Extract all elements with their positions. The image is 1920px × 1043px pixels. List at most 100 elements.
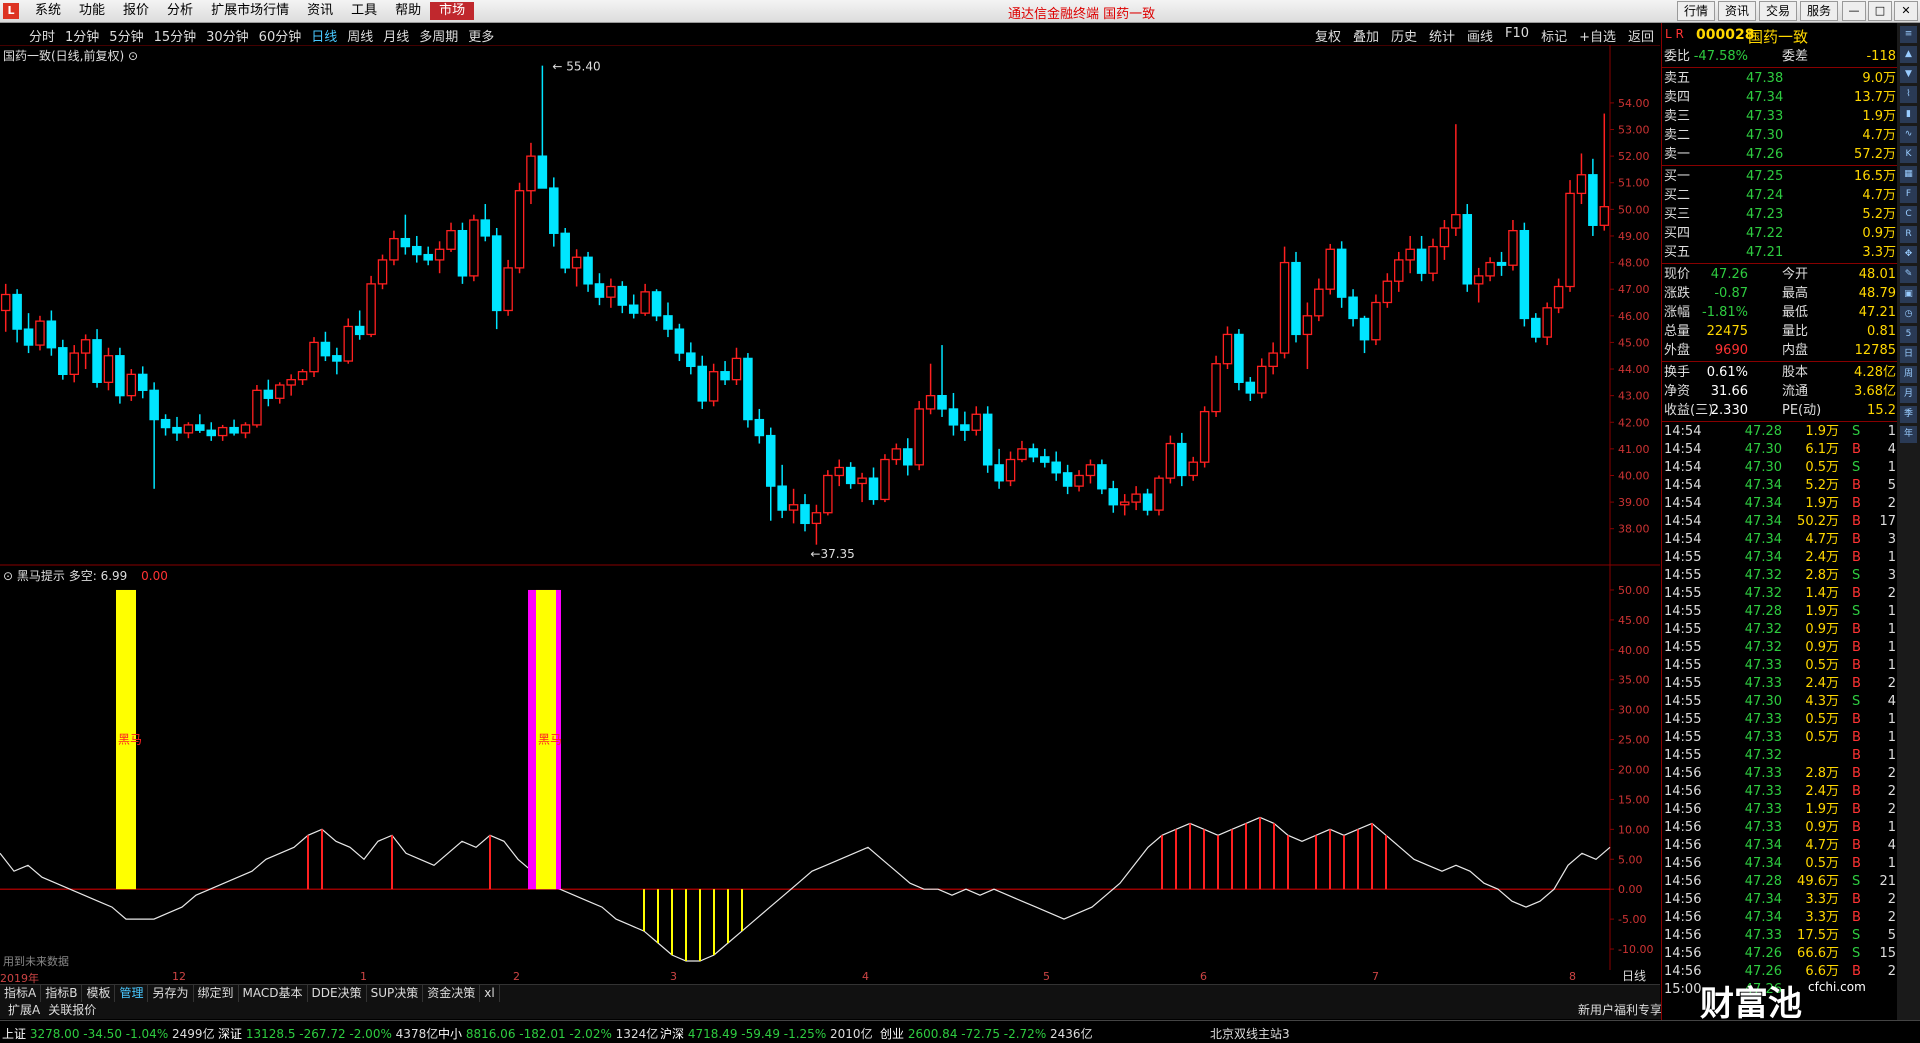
tool-button[interactable]: 返回 [1622,26,1660,45]
indicator-tab[interactable]: SUP决策 [367,985,424,1002]
down-icon[interactable]: ▼ [1900,66,1917,83]
period-tab[interactable]: 30分钟 [201,26,254,45]
sub-tab[interactable]: 扩展A [4,1003,44,1017]
indicator-tab[interactable]: 指标B [41,985,83,1002]
period-tab[interactable]: 月线 [378,26,414,45]
ind-y-tick-label: 0.00 [1618,883,1643,896]
period-label[interactable]: 日线 [1622,967,1646,984]
period-tab[interactable]: 1分钟 [60,26,104,45]
ask-row[interactable]: 卖三 47.33 1.9万 [1662,107,1898,126]
menu-item[interactable]: 资讯 [298,2,342,20]
menu-item[interactable]: 分析 [158,2,202,20]
ask-row[interactable]: 卖一 47.26 57.2万 [1662,145,1898,164]
rsi-icon[interactable]: R [1900,226,1917,243]
top-nav-button[interactable]: 行情 [1676,1,1715,21]
tick-side: B [1852,856,1861,871]
collapse-icon[interactable]: ⊙ [3,569,13,583]
candle [1211,355,1221,417]
news-icon[interactable]: F [1900,186,1917,203]
indicator-tab[interactable]: DDE决策 [308,985,367,1002]
chart-icon[interactable]: ⌇ [1900,86,1917,103]
clock-icon[interactable]: ◷ [1900,306,1917,323]
period-tab[interactable]: 更多 [463,26,499,45]
month-icon[interactable]: 月 [1900,386,1917,403]
period-tab[interactable]: 分时 [24,26,60,45]
bid-row[interactable]: 买五 47.21 3.3万 [1662,243,1898,262]
year-icon[interactable]: 年 [1900,426,1917,443]
bid-row[interactable]: 买三 47.23 5.2万 [1662,205,1898,224]
tick-time: 14:55 [1664,658,1702,673]
period-tab[interactable]: 多周期 [414,26,463,45]
indicator-tab[interactable]: 另存为 [148,985,194,1002]
indicator-tab[interactable]: MACD基本 [239,985,308,1002]
maximize-icon[interactable]: □ [1868,1,1892,21]
move-icon[interactable]: ✥ [1900,246,1917,263]
menu-item[interactable]: 功能 [70,2,114,20]
period-tab[interactable]: 15分钟 [149,26,202,45]
indicator-tab[interactable]: 绑定到 [194,985,239,1002]
bar-icon[interactable]: ▮ [1900,106,1917,123]
top-nav-button[interactable]: 资讯 [1717,1,1756,21]
pen-icon[interactable]: ✎ [1900,266,1917,283]
menu-item[interactable]: 报价 [114,2,158,20]
promo-link[interactable]: 新用户福利专享 [1574,1002,1666,1019]
candle [103,347,114,391]
tool-button[interactable]: F10 [1499,26,1535,45]
table-icon[interactable]: ▦ [1900,166,1917,183]
week-icon[interactable]: 周 [1900,366,1917,383]
calc-icon[interactable]: C [1900,206,1917,223]
menu-item[interactable]: 扩展市场行情 [202,2,298,20]
tick-time: 14:56 [1664,784,1702,799]
period-tab[interactable]: 日线 [306,26,342,45]
top-nav-button[interactable]: 交易 [1758,1,1797,21]
indicator-tab[interactable]: 模板 [82,985,116,1002]
sub-tab[interactable]: 关联报价 [44,1003,100,1017]
server-station[interactable]: 北京双线主站3 [1210,1025,1290,1042]
index-quote[interactable]: 沪深 4718.49 -59.49 -1.25% 2010亿 [660,1025,873,1042]
info-circle-icon[interactable]: ⊙ [128,49,138,63]
day-icon[interactable]: 日 [1900,346,1917,363]
season-icon[interactable]: 季 [1900,406,1917,423]
ask-row[interactable]: 卖二 47.30 4.7万 [1662,126,1898,145]
num-icon[interactable]: 5 [1900,326,1917,343]
bid-row[interactable]: 买二 47.24 4.7万 [1662,186,1898,205]
period-tab[interactable]: 60分钟 [254,26,307,45]
menu-item[interactable]: 帮助 [386,2,430,20]
up-icon[interactable]: ▲ [1900,46,1917,63]
ask-row[interactable]: 卖四 47.34 13.7万 [1662,88,1898,107]
tool-button[interactable]: 历史 [1385,26,1423,45]
tool-button[interactable]: 叠加 [1347,26,1385,45]
tool-button[interactable]: 复权 [1309,26,1347,45]
ask-row[interactable]: 卖五 47.38 9.0万 [1662,69,1898,88]
tool-button[interactable]: +自选 [1573,26,1622,45]
menu-item[interactable]: 系统 [26,2,70,20]
k-icon[interactable]: K [1900,146,1917,163]
tool-button[interactable]: 画线 [1461,26,1499,45]
candlestick-chart[interactable]: 54.00 53.00 52.00 51.00 50.00 49.00 48.00 47.00… [0,45,1660,566]
bid-row[interactable]: 买一 47.25 16.5万 [1662,167,1898,186]
tool-button[interactable]: 标记 [1535,26,1573,45]
indicator-tab[interactable]: 资金决策 [423,985,481,1002]
menu-item[interactable]: 市场 [430,2,475,20]
minimize-icon[interactable]: — [1842,1,1866,21]
period-tab[interactable]: 5分钟 [104,26,148,45]
line-icon[interactable]: ∿ [1900,126,1917,143]
index-quote[interactable]: 上证 3278.00 -34.50 -1.04% 2499亿 [2,1025,215,1042]
index-quote[interactable]: 中小 8816.06 -182.01 -2.02% 1324亿 [438,1025,658,1042]
tool-button[interactable]: 统计 [1423,26,1461,45]
index-quote[interactable]: 深证 13128.5 -267.72 -2.00% 4378亿 [218,1025,438,1042]
f10-icon[interactable]: ▣ [1900,286,1917,303]
period-tab[interactable]: 周线 [342,26,378,45]
list-icon[interactable]: ≡ [1900,26,1917,43]
indicator-tab[interactable]: xl [480,985,500,1002]
indicator-tab[interactable]: 指标A [0,985,42,1002]
menu-item[interactable]: 工具 [342,2,386,20]
close-icon[interactable]: ✕ [1894,1,1918,21]
top-nav-button[interactable]: 服务 [1799,1,1838,21]
indicator-chart[interactable]: 50.00 45.00 40.00 35.00 30.00 25.00 20.00 15.00… [0,566,1660,970]
index-quote[interactable]: 创业 2600.84 -72.75 -2.72% 2436亿 [880,1025,1093,1042]
candle [274,382,285,404]
bid-row[interactable]: 买四 47.22 0.9万 [1662,224,1898,243]
candle [12,289,22,343]
indicator-tab[interactable]: 管理 [115,985,149,1002]
